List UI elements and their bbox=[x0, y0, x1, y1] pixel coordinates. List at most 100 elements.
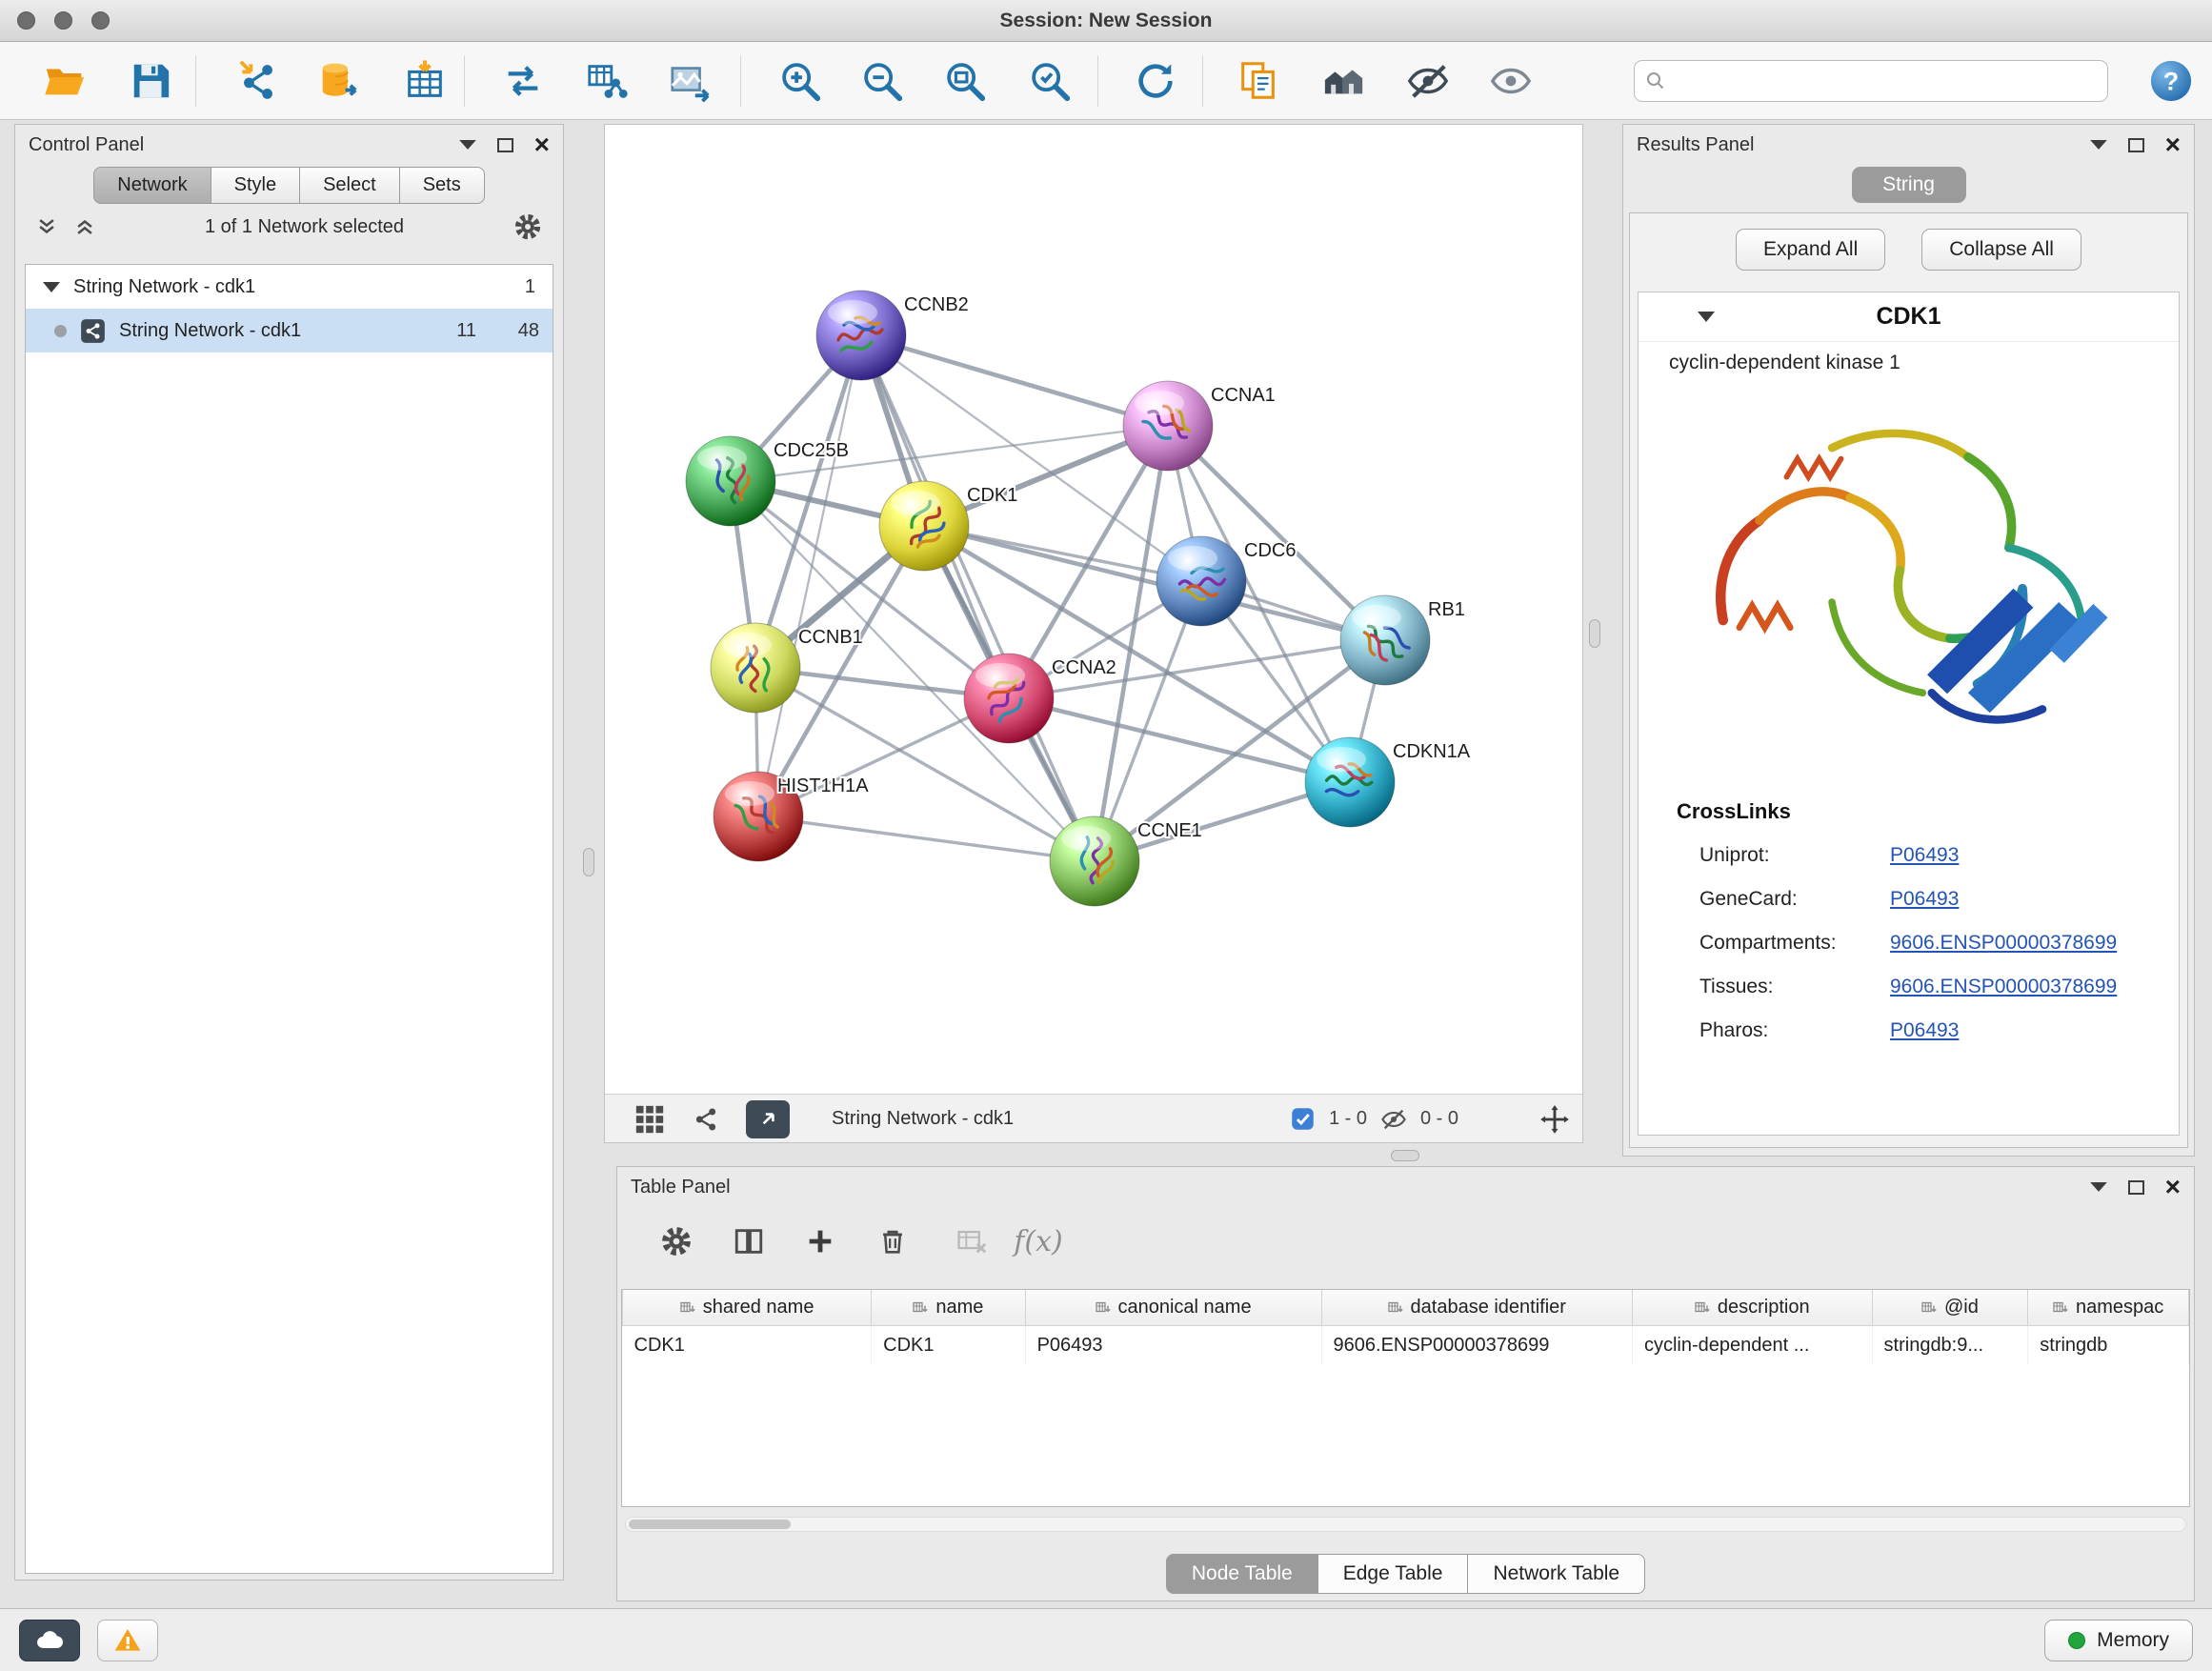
tab-string[interactable]: String bbox=[1852, 167, 1966, 203]
tab-select[interactable]: Select bbox=[300, 167, 400, 204]
tab-node-table[interactable]: Node Table bbox=[1166, 1554, 1318, 1594]
column-header[interactable]: name bbox=[872, 1290, 1025, 1326]
panel-menu-icon[interactable] bbox=[459, 140, 476, 151]
collapse-section-icon[interactable] bbox=[1698, 312, 1715, 322]
network-edge[interactable] bbox=[758, 816, 1095, 861]
table-cell[interactable]: cyclin-dependent ... bbox=[1632, 1326, 1872, 1366]
tab-style[interactable]: Style bbox=[211, 167, 300, 204]
open-session-button[interactable] bbox=[37, 53, 92, 109]
tab-network-table[interactable]: Network Table bbox=[1468, 1554, 1645, 1594]
zoom-selected-button[interactable] bbox=[1022, 53, 1077, 109]
network-row-selected[interactable]: String Network - cdk1 11 48 bbox=[26, 309, 553, 352]
network-collection-row[interactable]: String Network - cdk1 1 bbox=[26, 265, 553, 309]
panel-float-icon[interactable] bbox=[497, 138, 513, 152]
hide-selection-button[interactable] bbox=[1400, 53, 1456, 109]
disclosure-triangle-icon[interactable] bbox=[43, 282, 60, 292]
network-node-CDKN1A[interactable]: CDKN1A bbox=[1305, 737, 1471, 827]
tab-network[interactable]: Network bbox=[93, 167, 211, 204]
tab-edge-table[interactable]: Edge Table bbox=[1318, 1554, 1469, 1594]
network-node-HIST1H1A[interactable]: HIST1H1A bbox=[714, 772, 869, 861]
function-builder-button[interactable]: f(x) bbox=[1014, 1218, 1063, 1264]
crosslink-value-link[interactable]: P06493 bbox=[1890, 844, 1959, 867]
table-cell[interactable]: stringdb:9... bbox=[1872, 1326, 2028, 1366]
crosslink-value-link[interactable]: 9606.ENSP00000378699 bbox=[1890, 976, 2117, 998]
crosslink-value-link[interactable]: P06493 bbox=[1890, 888, 1959, 911]
panel-float-icon[interactable] bbox=[2128, 1180, 2144, 1195]
network-node-RB1[interactable]: RB1 bbox=[1340, 595, 1465, 685]
zoom-fit-button[interactable] bbox=[937, 53, 993, 109]
import-table-file-button[interactable] bbox=[397, 53, 452, 109]
table-cell[interactable]: CDK1 bbox=[872, 1326, 1025, 1366]
network-canvas[interactable]: CCNB2 CCNA1 CDC25B bbox=[605, 125, 1582, 1094]
create-column-button[interactable] bbox=[795, 1218, 845, 1264]
network-node-CDK1[interactable]: CDK1 bbox=[879, 481, 1017, 571]
expand-all-icon[interactable] bbox=[36, 216, 57, 237]
import-network-file-button[interactable] bbox=[231, 53, 286, 109]
network-edge[interactable] bbox=[758, 335, 861, 816]
selected-indicator-checkbox[interactable] bbox=[1290, 1106, 1316, 1132]
zoom-window-button[interactable] bbox=[91, 11, 110, 30]
table-cell[interactable]: 9606.ENSP00000378699 bbox=[1321, 1326, 1632, 1366]
table-cell[interactable]: P06493 bbox=[1025, 1326, 1321, 1366]
zoom-out-button[interactable] bbox=[855, 53, 910, 109]
panel-float-icon[interactable] bbox=[2128, 138, 2144, 152]
network-node-CCNB1[interactable]: CCNB1 bbox=[711, 623, 863, 713]
annotation-document-button[interactable] bbox=[1231, 53, 1286, 109]
show-columns-button[interactable] bbox=[724, 1218, 774, 1264]
export-image-button[interactable] bbox=[662, 53, 717, 109]
crosslink-value-link[interactable]: 9606.ENSP00000378699 bbox=[1890, 932, 2117, 955]
panel-close-icon[interactable]: × bbox=[2165, 1178, 2181, 1197]
expand-all-button[interactable]: Expand All bbox=[1736, 229, 1885, 271]
import-network-database-button[interactable] bbox=[311, 53, 366, 109]
table-settings-button[interactable] bbox=[652, 1218, 701, 1264]
export-view-button[interactable] bbox=[746, 1100, 790, 1138]
network-edge[interactable] bbox=[924, 526, 1385, 640]
zoom-in-button[interactable] bbox=[773, 53, 828, 109]
column-header[interactable]: canonical name bbox=[1025, 1290, 1321, 1326]
collapse-all-button[interactable]: Collapse All bbox=[1921, 229, 2081, 271]
search-input[interactable] bbox=[1675, 70, 2098, 92]
network-merge-button[interactable] bbox=[495, 53, 551, 109]
minimize-window-button[interactable] bbox=[54, 11, 72, 30]
warnings-button[interactable] bbox=[97, 1620, 158, 1661]
column-header[interactable]: description bbox=[1632, 1290, 1872, 1326]
splitter-handle-right[interactable] bbox=[1589, 619, 1600, 648]
crosslink-value-link[interactable]: P06493 bbox=[1890, 1019, 1959, 1042]
birdseye-toggle-button[interactable] bbox=[691, 1104, 721, 1135]
network-node-CCNE1[interactable]: CCNE1 bbox=[1050, 816, 1202, 906]
splitter-handle-bottom[interactable] bbox=[1391, 1150, 1419, 1161]
show-selection-button[interactable] bbox=[1483, 53, 1538, 109]
delete-column-button[interactable] bbox=[868, 1218, 917, 1264]
column-header[interactable]: namespac bbox=[2028, 1290, 2189, 1326]
refresh-network-button[interactable] bbox=[1128, 53, 1183, 109]
network-node-CCNA2[interactable]: CCNA2 bbox=[964, 654, 1116, 743]
column-header[interactable]: @id bbox=[1872, 1290, 2028, 1326]
network-node-CCNB2[interactable]: CCNB2 bbox=[816, 291, 969, 380]
help-button[interactable]: ? bbox=[2143, 53, 2199, 109]
horizontal-scrollbar[interactable] bbox=[625, 1517, 2186, 1532]
fit-content-button[interactable] bbox=[1538, 1103, 1571, 1136]
column-header[interactable]: shared name bbox=[623, 1290, 872, 1326]
splitter-handle-left[interactable] bbox=[583, 848, 594, 876]
network-from-table-button[interactable] bbox=[579, 53, 634, 109]
panel-menu-icon[interactable] bbox=[2090, 140, 2107, 151]
panel-close-icon[interactable]: × bbox=[534, 135, 550, 154]
memory-button[interactable]: Memory bbox=[2044, 1620, 2193, 1661]
collapse-all-icon[interactable] bbox=[74, 216, 95, 237]
grid-view-button[interactable] bbox=[633, 1103, 666, 1136]
save-session-button[interactable] bbox=[123, 53, 178, 109]
table-cell[interactable]: CDK1 bbox=[623, 1326, 872, 1366]
tab-sets[interactable]: Sets bbox=[400, 167, 485, 204]
network-edge[interactable] bbox=[861, 335, 1095, 861]
network-node-CCNA1[interactable]: CCNA1 bbox=[1123, 381, 1276, 471]
table-cell[interactable]: stringdb bbox=[2028, 1326, 2189, 1366]
close-window-button[interactable] bbox=[17, 11, 35, 30]
neighborhood-button[interactable] bbox=[1317, 53, 1372, 109]
scrollbar-thumb[interactable] bbox=[629, 1520, 791, 1529]
gear-icon[interactable] bbox=[513, 212, 542, 241]
cloud-button[interactable] bbox=[19, 1620, 80, 1661]
panel-close-icon[interactable]: × bbox=[2165, 135, 2181, 154]
panel-menu-icon[interactable] bbox=[2090, 1182, 2107, 1193]
table-row[interactable]: CDK1CDK1P064939606.ENSP00000378699cyclin… bbox=[623, 1326, 2189, 1366]
column-header[interactable]: database identifier bbox=[1321, 1290, 1632, 1326]
